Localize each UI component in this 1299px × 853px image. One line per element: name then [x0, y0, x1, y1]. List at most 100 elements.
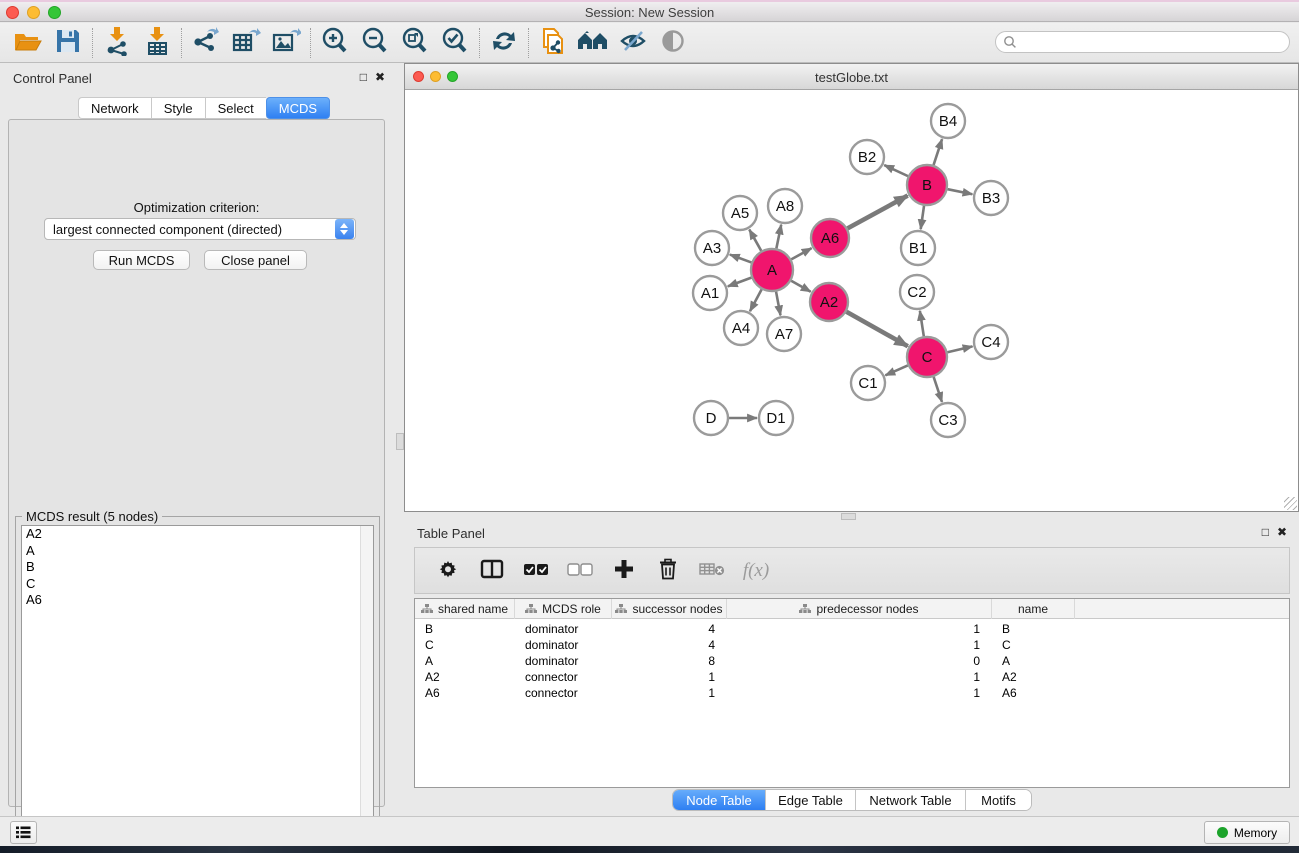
mcds-result-item[interactable]: C [22, 576, 373, 593]
gear-button[interactable] [431, 553, 465, 589]
edge-A-A7[interactable] [776, 292, 780, 316]
node-B1[interactable]: B1 [901, 231, 935, 265]
network-canvas[interactable]: B4B2BB3A5A8A6A3AB1A1A2C2A4A7C4CC1C3DD1 [405, 90, 1298, 511]
import-network-button[interactable] [97, 26, 137, 60]
tab-network-table[interactable]: Network Table [856, 790, 966, 810]
duplicate-network-button[interactable] [533, 26, 573, 60]
edge-B-B1[interactable] [921, 206, 924, 229]
search-box[interactable] [995, 31, 1290, 53]
export-table-button[interactable] [226, 26, 266, 60]
hide-selected-button[interactable] [613, 26, 653, 60]
node-A5[interactable]: A5 [723, 196, 757, 230]
open-file-button[interactable] [8, 26, 48, 60]
edge-A-A1[interactable] [728, 278, 752, 287]
edge-C-C4[interactable] [947, 346, 972, 352]
node-D[interactable]: D [694, 401, 728, 435]
column-view-button[interactable] [475, 553, 509, 589]
delete-column-button[interactable] [651, 553, 685, 589]
first-neighbors-button[interactable] [573, 26, 613, 60]
save-session-button[interactable] [48, 26, 88, 60]
zoom-in-button[interactable] [315, 26, 355, 60]
tab-select[interactable]: Select [205, 97, 266, 119]
mcds-result-item[interactable]: A2 [22, 526, 373, 543]
node-A[interactable]: A [751, 249, 793, 291]
zoom-fit-button[interactable] [395, 26, 435, 60]
float-table-panel-icon[interactable]: □ [1262, 525, 1269, 539]
import-table-button[interactable] [137, 26, 177, 60]
column-header-MCDS-role[interactable]: MCDS role [515, 599, 612, 619]
delete-table-button[interactable] [695, 553, 729, 589]
task-history-button[interactable] [10, 821, 37, 844]
zoom-selected-button[interactable] [435, 26, 475, 60]
table-row[interactable]: Cdominator41C [415, 637, 1289, 653]
add-column-button[interactable] [607, 553, 641, 589]
mcds-result-list[interactable]: A2ABCA6 [21, 525, 374, 850]
edge-A-A4[interactable] [750, 289, 762, 311]
mcds-result-item[interactable]: B [22, 559, 373, 576]
node-C4[interactable]: C4 [974, 325, 1008, 359]
edge-A-A8[interactable] [776, 225, 781, 249]
column-header-shared-name[interactable]: shared name [415, 599, 515, 619]
node-A4[interactable]: A4 [724, 311, 758, 345]
tab-motifs[interactable]: Motifs [966, 790, 1031, 810]
edge-A-A2[interactable] [791, 281, 811, 292]
optimization-criterion-select[interactable]: largest connected component (directed) [44, 218, 356, 240]
edge-C-C2[interactable] [920, 311, 924, 336]
node-A2[interactable]: A2 [810, 283, 848, 321]
close-panel-icon[interactable]: ✖ [375, 70, 385, 84]
node-B4[interactable]: B4 [931, 104, 965, 138]
edge-A6-B[interactable] [848, 196, 908, 229]
table-row[interactable]: Bdominator41B [415, 621, 1289, 637]
tab-node-table[interactable]: Node Table [673, 790, 766, 810]
edge-B-B4[interactable] [934, 139, 943, 165]
node-C3[interactable]: C3 [931, 403, 965, 437]
node-C[interactable]: C [907, 337, 947, 377]
show-all-button[interactable] [653, 26, 693, 60]
table-row[interactable]: Adominator80A [415, 653, 1289, 669]
close-table-panel-icon[interactable]: ✖ [1277, 525, 1287, 539]
window-resize-grip[interactable] [1284, 497, 1297, 510]
node-B[interactable]: B [907, 165, 947, 205]
refresh-button[interactable] [484, 26, 524, 60]
table-row[interactable]: A2connector11A2 [415, 669, 1289, 685]
tab-network[interactable]: Network [78, 97, 151, 119]
node-A8[interactable]: A8 [768, 189, 802, 223]
tab-edge-table[interactable]: Edge Table [766, 790, 856, 810]
edge-B-B2[interactable] [884, 165, 908, 176]
column-header-name[interactable]: name [992, 599, 1075, 619]
edge-A-A5[interactable] [749, 230, 761, 251]
edge-C-C3[interactable] [934, 377, 942, 402]
search-input[interactable] [1017, 34, 1289, 50]
edge-A-A6[interactable] [791, 248, 811, 259]
run-mcds-button[interactable]: Run MCDS [93, 250, 190, 270]
node-C1[interactable]: C1 [851, 366, 885, 400]
table-row[interactable]: A6connector11A6 [415, 685, 1289, 701]
mcds-result-item[interactable]: A [22, 543, 373, 560]
tab-mcds[interactable]: MCDS [266, 97, 330, 119]
export-image-button[interactable] [266, 26, 306, 60]
column-header-predecessor-nodes[interactable]: predecessor nodes [727, 599, 992, 619]
node-D1[interactable]: D1 [759, 401, 793, 435]
edge-A2-C[interactable] [846, 312, 907, 346]
network-window-titlebar[interactable]: testGlobe.txt [405, 64, 1298, 90]
zoom-out-button[interactable] [355, 26, 395, 60]
list-scrollbar[interactable] [360, 526, 373, 849]
tab-style[interactable]: Style [151, 97, 205, 119]
node-A6[interactable]: A6 [811, 219, 849, 257]
edge-A-A3[interactable] [730, 255, 752, 263]
memory-button[interactable]: Memory [1204, 821, 1290, 844]
node-A1[interactable]: A1 [693, 276, 727, 310]
node-table[interactable]: shared nameMCDS rolesuccessor nodesprede… [414, 598, 1290, 788]
vertical-splitter-handle[interactable] [396, 433, 404, 450]
edge-C-C1[interactable] [885, 365, 907, 375]
mcds-result-item[interactable]: A6 [22, 592, 373, 609]
select-all-button[interactable] [519, 553, 553, 589]
export-network-button[interactable] [186, 26, 226, 60]
deselect-all-button[interactable] [563, 553, 597, 589]
node-A7[interactable]: A7 [767, 317, 801, 351]
function-builder-button[interactable]: f(x) [739, 553, 773, 589]
edge-B-B3[interactable] [948, 189, 973, 194]
node-A3[interactable]: A3 [695, 231, 729, 265]
float-panel-icon[interactable]: □ [360, 70, 367, 84]
column-header-successor-nodes[interactable]: successor nodes [612, 599, 727, 619]
